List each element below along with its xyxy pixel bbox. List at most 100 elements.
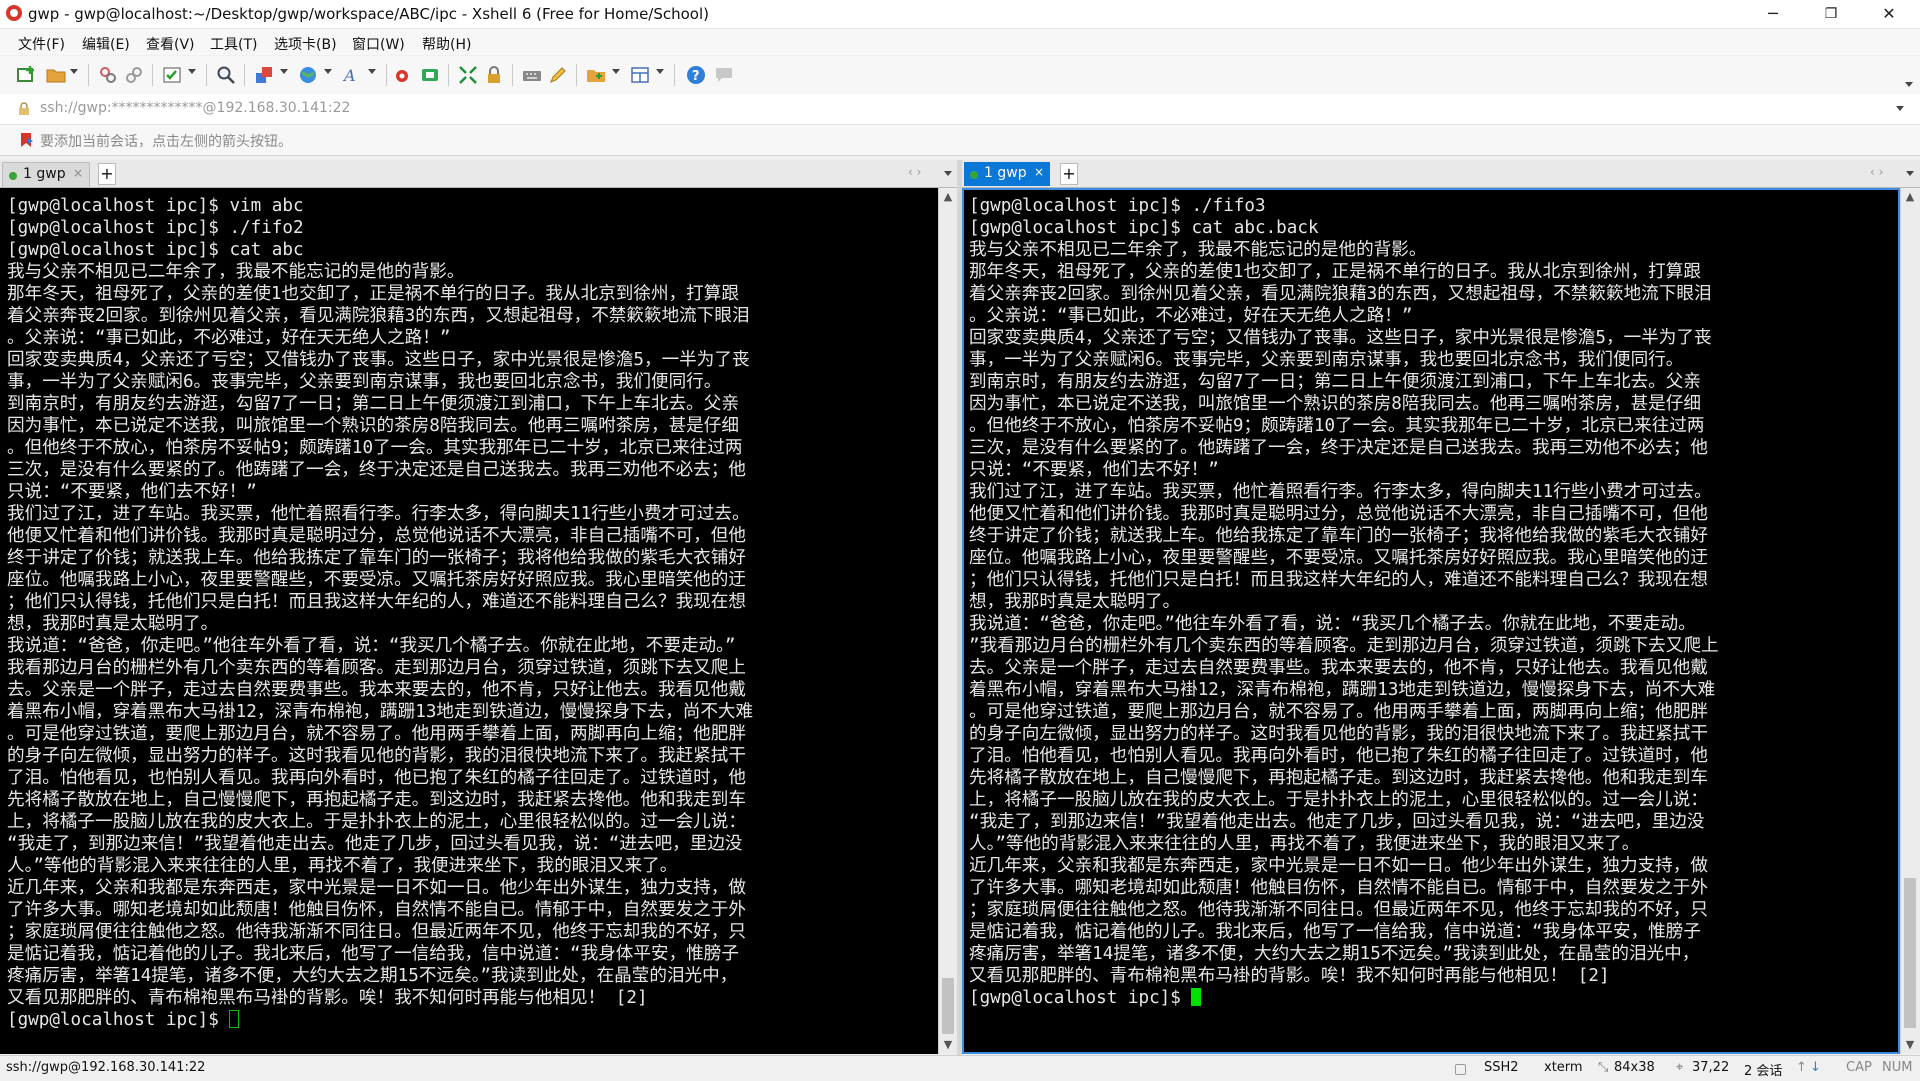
address-input[interactable]: ssh://gwp:*************@192.168.30.141:2…	[40, 100, 350, 116]
new-tab-dropdown-icon[interactable]	[612, 69, 620, 74]
disconnect-icon[interactable]	[98, 65, 118, 85]
status-connection: ssh://gwp@192.168.30.141:22	[6, 1060, 206, 1075]
tab-list-dropdown-icon[interactable]	[944, 171, 952, 176]
layout-icon[interactable]	[630, 65, 650, 85]
tab-close-icon[interactable]: ×	[1034, 165, 1044, 179]
menu-edit[interactable]: 编辑(E)	[82, 34, 130, 54]
menu-help[interactable]: 帮助(H)	[422, 34, 471, 54]
fullscreen-icon[interactable]	[458, 65, 478, 85]
toolbar-separator	[244, 64, 245, 86]
right-scrollbar[interactable]: ▲ ▼	[1900, 188, 1920, 1054]
toolbar-separator	[386, 64, 387, 86]
xshell-logo-icon	[6, 5, 22, 21]
tab-nav-arrows-icon[interactable]: ‹ ›	[908, 165, 921, 179]
new-tab-icon[interactable]	[586, 65, 606, 85]
keyboard-icon[interactable]	[522, 65, 542, 85]
svg-text:A: A	[342, 66, 356, 85]
window-title: gwp - gwp@localhost:~/Desktop/gwp/worksp…	[28, 5, 709, 23]
session-status-icon	[9, 172, 17, 180]
transfer-icon[interactable]	[254, 65, 274, 85]
menu-bar: 文件(F) 编辑(E) 查看(V) 工具(T) 选项卡(B) 窗口(W) 帮助(…	[0, 29, 1920, 55]
size-icon: ⤡	[1598, 1060, 1609, 1075]
lock-small-icon	[19, 102, 29, 115]
font-icon[interactable]: A	[342, 65, 362, 85]
menu-tools[interactable]: 工具(T)	[210, 34, 257, 54]
menu-file[interactable]: 文件(F)	[18, 34, 65, 54]
xftp-icon[interactable]	[394, 65, 414, 85]
minimize-button[interactable]: ─	[1750, 0, 1796, 28]
globe-dropdown-icon[interactable]	[324, 69, 332, 74]
scroll-thumb[interactable]	[1904, 878, 1916, 1028]
properties-dropdown-icon[interactable]	[188, 69, 196, 74]
properties-icon[interactable]	[162, 65, 182, 85]
terminal-right[interactable]: [gwp@localhost ipc]$ ./fifo3 [gwp@localh…	[962, 188, 1900, 1054]
tab-list-dropdown-icon[interactable]	[1906, 171, 1914, 176]
layout-dropdown-icon[interactable]	[656, 69, 664, 74]
status-term: xterm	[1544, 1060, 1583, 1075]
scroll-down-icon[interactable]: ▼	[939, 1036, 957, 1054]
right-tab-strip: 1 gwp × + ‹ ›	[962, 160, 1920, 188]
terminal-output-text: [gwp@localhost ipc]$ vim abc [gwp@localh…	[7, 196, 754, 1030]
tab-right-session[interactable]: 1 gwp ×	[964, 162, 1050, 186]
close-button[interactable]: ✕	[1866, 0, 1912, 28]
toolbar-separator	[674, 64, 675, 86]
globe-icon[interactable]	[298, 65, 318, 85]
open-dropdown-icon[interactable]	[70, 69, 78, 74]
lock-status-icon	[1455, 1064, 1466, 1075]
terminal-cursor	[1191, 988, 1202, 1006]
info-text: 要添加当前会话，点击左侧的箭头按钮。	[40, 134, 292, 150]
menu-view[interactable]: 查看(V)	[146, 34, 195, 54]
title-bar: gwp - gwp@localhost:~/Desktop/gwp/worksp…	[0, 0, 1920, 29]
terminal-left[interactable]: [gwp@localhost ipc]$ vim abc [gwp@localh…	[0, 188, 938, 1054]
help-icon[interactable]: ?	[686, 65, 706, 85]
tab-close-icon[interactable]: ×	[73, 166, 83, 180]
toolbar-separator	[512, 64, 513, 86]
left-scrollbar[interactable]: ▲ ▼	[938, 188, 957, 1054]
lock-icon[interactable]	[484, 65, 504, 85]
terminal-output: [gwp@localhost ipc]$ vim abc [gwp@localh…	[7, 195, 753, 1031]
toolbar-separator	[576, 64, 577, 86]
cursor-position-icon: ⌖	[1676, 1060, 1684, 1075]
open-folder-icon[interactable]	[46, 65, 66, 85]
tab-label: 1 gwp	[23, 166, 66, 182]
upload-arrow-icon: ↑	[1796, 1060, 1807, 1075]
add-tab-button[interactable]: +	[1060, 163, 1078, 185]
status-sessions: 2 会话	[1744, 1064, 1783, 1079]
tab-nav-arrows-icon[interactable]: ‹ ›	[1870, 165, 1883, 179]
script-icon[interactable]	[420, 65, 440, 85]
chat-icon[interactable]	[714, 65, 734, 85]
toolbar-separator	[206, 64, 207, 86]
svg-text:?: ?	[692, 69, 700, 84]
new-session-icon[interactable]	[16, 65, 36, 85]
find-icon[interactable]	[216, 65, 236, 85]
scroll-up-icon[interactable]: ▲	[939, 188, 957, 206]
menu-tabs[interactable]: 选项卡(B)	[274, 34, 337, 54]
add-tab-button[interactable]: +	[98, 163, 116, 185]
terminal-output-text: [gwp@localhost ipc]$ ./fifo3 [gwp@localh…	[969, 196, 1719, 1008]
download-arrow-icon: ↓	[1810, 1060, 1821, 1075]
status-position: 37,22	[1692, 1060, 1730, 1075]
address-bar: ssh://gwp:*************@192.168.30.141:2…	[0, 94, 1920, 125]
tab-left-session[interactable]: 1 gwp ×	[2, 162, 90, 187]
address-dropdown-icon[interactable]	[1896, 106, 1904, 111]
toolbar-separator	[448, 64, 449, 86]
terminal-output: [gwp@localhost ipc]$ ./fifo3 [gwp@localh…	[969, 195, 1719, 1009]
reconnect-icon[interactable]	[124, 65, 144, 85]
font-dropdown-icon[interactable]	[368, 69, 376, 74]
status-num: NUM	[1882, 1060, 1913, 1075]
scroll-down-icon[interactable]: ▼	[1901, 1036, 1919, 1054]
toolbar-overflow-icon[interactable]	[1905, 82, 1913, 87]
scroll-up-icon[interactable]: ▲	[1901, 188, 1919, 206]
bookmark-arrow-icon[interactable]	[18, 132, 34, 148]
scroll-thumb[interactable]	[942, 978, 954, 1034]
status-protocol: SSH2	[1484, 1060, 1519, 1075]
restore-button[interactable]: ❐	[1808, 0, 1854, 28]
menu-window[interactable]: 窗口(W)	[352, 34, 405, 54]
left-tab-strip: 1 gwp × + ‹ ›	[0, 160, 958, 188]
toolbar-separator	[88, 64, 89, 86]
status-size: 84x38	[1614, 1060, 1655, 1075]
transfer-dropdown-icon[interactable]	[280, 69, 288, 74]
status-bar: ssh://gwp@192.168.30.141:22 SSH2 xterm ⤡…	[0, 1055, 1920, 1081]
toolbar: A ?	[0, 56, 1920, 95]
compose-icon[interactable]	[548, 65, 568, 85]
